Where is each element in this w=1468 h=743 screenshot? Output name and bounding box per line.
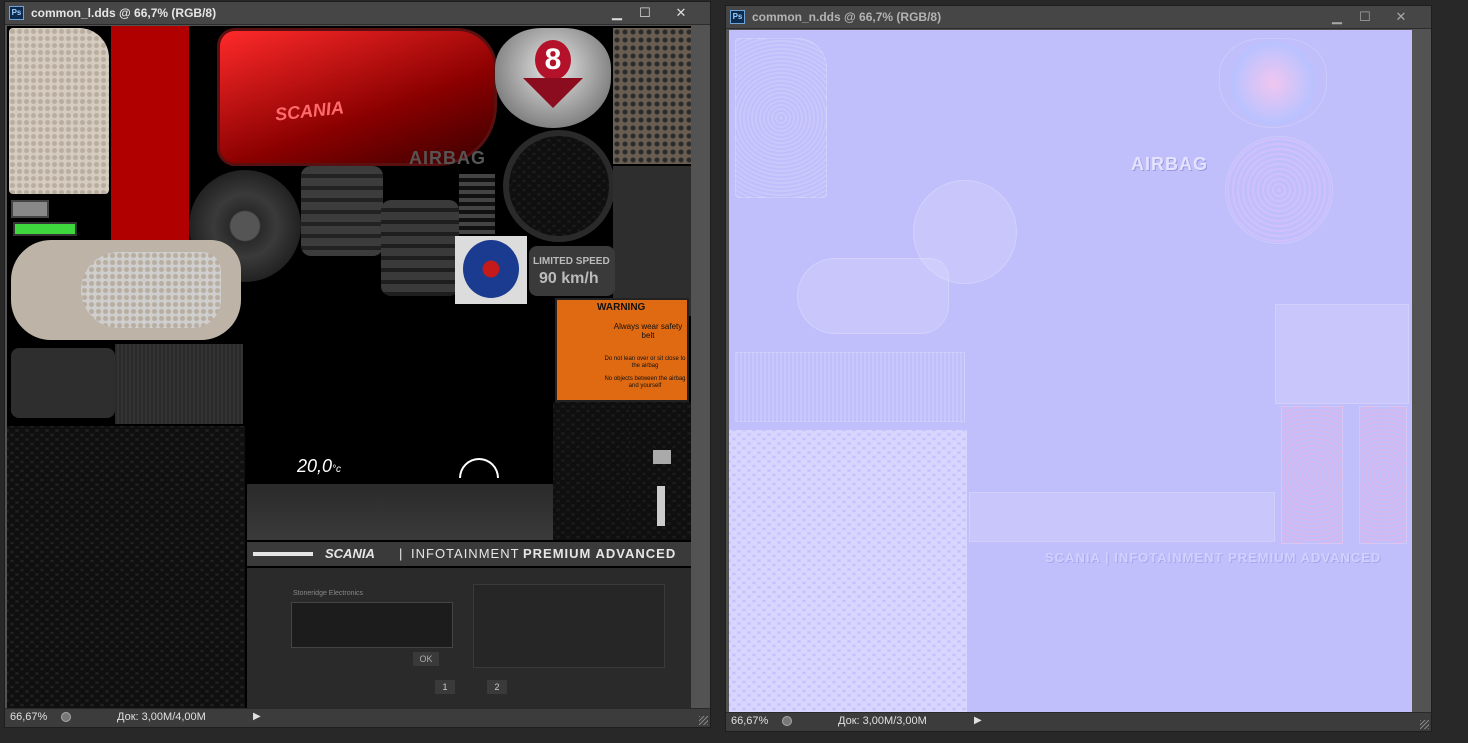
status-bar: 66,67% Док: 3,00M/3,00M ▶ bbox=[726, 712, 1431, 731]
photoshop-icon: Ps bbox=[9, 6, 24, 20]
resize-grip-icon[interactable] bbox=[1420, 720, 1429, 729]
vent-slats bbox=[459, 174, 495, 234]
normal-large-grille bbox=[729, 430, 967, 713]
gauge-icon bbox=[459, 458, 499, 478]
status-info-icon[interactable] bbox=[782, 716, 792, 726]
normal-band bbox=[969, 492, 1275, 542]
normal-airbag-text: AIRBAG bbox=[1131, 154, 1208, 174]
warning-line3: No objects between the airbag and yourse… bbox=[604, 376, 686, 389]
tacho-display bbox=[291, 602, 453, 648]
warning-title: WARNING bbox=[597, 302, 646, 313]
minimize-button[interactable]: ▁ bbox=[1324, 8, 1350, 25]
speed-value: 90 km/h bbox=[539, 270, 599, 287]
usb-port bbox=[11, 200, 49, 218]
document-size: Док: 3,00M/4,00M bbox=[117, 711, 206, 723]
gray-panel bbox=[613, 166, 691, 316]
scania-logo-text: SCANIA bbox=[274, 97, 345, 125]
window-titlebar[interactable]: Ps common_l.dds @ 66,7% (RGB/8) ▁ ☐ ✕ bbox=[5, 2, 710, 25]
seatbelt-strap bbox=[115, 344, 243, 424]
seatbelt-buckle bbox=[11, 348, 115, 418]
v8-red-chevron bbox=[523, 78, 583, 108]
image-canvas[interactable]: AIRBAG SCANIA | INFOTAINMENT PREMIUM ADV… bbox=[729, 30, 1412, 713]
cab-light bbox=[11, 240, 241, 340]
tacho-slot2-label: 2 bbox=[487, 680, 507, 694]
status-menu-arrow-icon[interactable]: ▶ bbox=[974, 715, 982, 726]
close-button[interactable]: ✕ bbox=[668, 4, 694, 21]
normal-cab-light bbox=[797, 258, 949, 334]
infotainment-label: INFOTAINMENT bbox=[411, 546, 520, 561]
limited-speed-label: LIMITED SPEED bbox=[533, 256, 610, 267]
zoom-level[interactable]: 66,67% bbox=[10, 711, 47, 723]
warning-sticker: WARNING Always wear safety belt Do not l… bbox=[555, 298, 689, 402]
limited-speed-sign: LIMITED SPEED 90 km/h bbox=[529, 246, 615, 296]
tacho-slot-area bbox=[473, 584, 665, 668]
document-window-diffuse[interactable]: Ps common_l.dds @ 66,7% (RGB/8) ▁ ☐ ✕ SC… bbox=[4, 1, 711, 728]
normal-right-strip-a bbox=[1281, 406, 1343, 544]
document-window-normal[interactable]: Ps common_n.dds @ 66,7% (RGB/8) ▁ ☐ ✕ AI… bbox=[725, 5, 1432, 732]
maximize-button[interactable]: ☐ bbox=[632, 4, 658, 21]
window-titlebar[interactable]: Ps common_n.dds @ 66,7% (RGB/8) ▁ ☐ ✕ bbox=[726, 6, 1431, 29]
speaker-grille-light bbox=[9, 28, 109, 194]
normal-seatbelt bbox=[735, 352, 965, 422]
dark-panel-right-a bbox=[553, 402, 629, 540]
warning-line2: Do not lean over or sit close to the air… bbox=[604, 356, 686, 369]
close-button[interactable]: ✕ bbox=[1388, 8, 1414, 25]
temperature-readout: 20,0°c bbox=[297, 456, 341, 477]
premium-advanced-label: PREMIUM ADVANCED bbox=[523, 546, 677, 561]
gray-band bbox=[247, 484, 553, 540]
tachograph-panel: Stoneridge Electronics OK 1 2 bbox=[247, 568, 691, 710]
scania-griffin-logo bbox=[455, 236, 527, 304]
resize-grip-icon[interactable] bbox=[699, 716, 708, 725]
red-strip bbox=[111, 26, 189, 240]
slider-bar bbox=[657, 486, 665, 526]
normal-panel-right bbox=[1275, 304, 1409, 404]
temperature-value: 20,0 bbox=[297, 456, 333, 476]
normal-right-strip-b bbox=[1359, 406, 1407, 544]
strip-bar bbox=[253, 552, 313, 556]
status-info-icon[interactable] bbox=[61, 712, 71, 722]
image-canvas[interactable]: SCANIA 8 AIRBAG LIMITED SPEED 90 km/h WA… bbox=[7, 26, 691, 710]
round-speaker bbox=[503, 130, 615, 242]
large-speaker-grille bbox=[7, 426, 245, 710]
window-title: common_n.dds @ 66,7% (RGB/8) bbox=[752, 10, 942, 24]
cab-light-lens bbox=[81, 252, 221, 328]
infotainment-separator: | bbox=[399, 546, 403, 561]
tail-light: SCANIA bbox=[217, 28, 497, 166]
normal-round-speaker bbox=[1225, 136, 1333, 244]
tacho-slot1-label: 1 bbox=[435, 680, 455, 694]
window-title: common_l.dds @ 66,7% (RGB/8) bbox=[31, 6, 217, 20]
tacho-brand: Stoneridge Electronics bbox=[293, 590, 364, 597]
griffin-emblem bbox=[463, 240, 519, 298]
infotainment-strip: SCANIA | INFOTAINMENT PREMIUM ADVANCED bbox=[247, 542, 691, 566]
v8-badge: 8 bbox=[495, 28, 611, 128]
vent-lower bbox=[381, 200, 459, 296]
temperature-unit: °c bbox=[332, 464, 342, 475]
slider-knob bbox=[653, 450, 671, 464]
zoom-level[interactable]: 66,67% bbox=[731, 715, 768, 727]
tacho-ok-button: OK bbox=[413, 652, 439, 666]
normal-scania-line: SCANIA | INFOTAINMENT PREMIUM ADVANCED bbox=[1045, 550, 1382, 565]
hex-strip-top-right bbox=[613, 28, 691, 164]
photoshop-icon: Ps bbox=[730, 10, 745, 24]
maximize-button[interactable]: ☐ bbox=[1352, 8, 1378, 25]
normal-grille-light bbox=[735, 38, 827, 198]
v8-number: 8 bbox=[535, 40, 571, 80]
status-bar: 66,67% Док: 3,00M/4,00M ▶ bbox=[5, 708, 710, 727]
status-menu-arrow-icon[interactable]: ▶ bbox=[253, 711, 261, 722]
minimize-button[interactable]: ▁ bbox=[604, 4, 630, 21]
document-size: Док: 3,00M/3,00M bbox=[838, 715, 927, 727]
vent-upper bbox=[301, 166, 383, 256]
warning-line1: Always wear safety belt bbox=[613, 322, 683, 340]
normal-v8-badge bbox=[1219, 38, 1327, 128]
airbag-text: AIRBAG bbox=[409, 148, 486, 168]
green-indicator bbox=[13, 222, 77, 236]
infotainment-scania: SCANIA bbox=[325, 546, 375, 561]
